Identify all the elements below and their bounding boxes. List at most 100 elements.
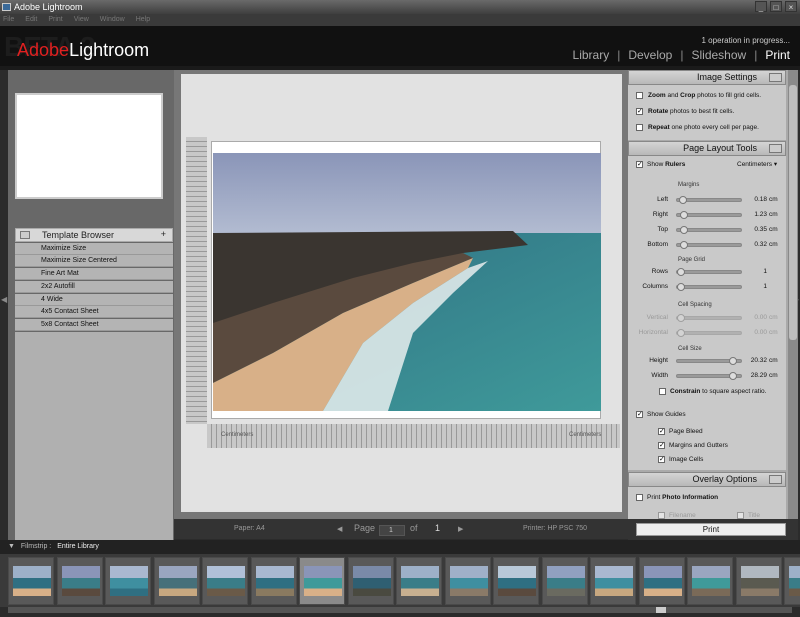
slider-value[interactable]: 0.00: [748, 329, 767, 336]
rotate-checkbox[interactable]: [636, 107, 643, 115]
template-browser-header[interactable]: Template Browser +: [15, 228, 173, 242]
add-template-button[interactable]: +: [161, 229, 166, 239]
module-print[interactable]: Print: [765, 48, 790, 62]
menu-help[interactable]: Help: [136, 14, 150, 26]
filmstrip-thumbnail[interactable]: [396, 557, 442, 605]
ruler-units-dropdown[interactable]: Centimeters ▾: [737, 160, 777, 168]
filmstrip-thumbnail[interactable]: [56, 557, 103, 605]
left-panel-toggle-icon[interactable]: ◀: [1, 295, 7, 304]
filmstrip-toggle-icon[interactable]: ▼: [8, 543, 15, 550]
slider-value[interactable]: 0.00: [748, 314, 767, 321]
layout-slider[interactable]: [676, 241, 742, 249]
slider-knob[interactable]: [679, 226, 688, 234]
slider-value[interactable]: 0.32: [748, 241, 767, 248]
slider-value[interactable]: 1: [748, 283, 767, 290]
filmstrip-thumbnail[interactable]: [202, 557, 248, 605]
module-develop[interactable]: Develop: [628, 48, 672, 62]
filmstrip-thumbnail[interactable]: [105, 557, 151, 605]
filmstrip-scrollbar[interactable]: [8, 607, 792, 613]
thumbnail-image: [61, 566, 100, 596]
repeat-checkbox[interactable]: [636, 124, 643, 131]
filmstrip-scroll-thumb[interactable]: [656, 607, 666, 613]
layout-slider[interactable]: [676, 372, 742, 380]
show-rulers-checkbox[interactable]: [636, 160, 643, 168]
print-photo-info-checkbox[interactable]: [636, 494, 643, 501]
template-item[interactable]: 5x8 Contact Sheet: [15, 319, 173, 331]
template-item[interactable]: 4 Wide: [15, 294, 173, 306]
photo-cell[interactable]: [213, 153, 601, 411]
slider-knob[interactable]: [677, 329, 685, 337]
menu-icon[interactable]: [769, 475, 782, 484]
filmstrip-thumbnail[interactable]: [153, 557, 200, 605]
template-item[interactable]: Maximize Size: [15, 243, 173, 255]
menu-window[interactable]: Window: [100, 14, 125, 26]
next-page-icon[interactable]: ▶: [458, 525, 463, 533]
left-panel-empty: [15, 332, 173, 540]
slider-value[interactable]: 28.29: [748, 372, 767, 379]
page-number-field[interactable]: 1: [379, 525, 405, 536]
slider-knob[interactable]: [677, 283, 685, 291]
slider-knob[interactable]: [677, 268, 685, 276]
module-slideshow[interactable]: Slideshow: [691, 48, 746, 62]
image-cells-checkbox[interactable]: [658, 455, 665, 463]
module-library[interactable]: Library: [573, 48, 610, 62]
slider-value[interactable]: 1.23: [748, 211, 767, 218]
slider-value[interactable]: 1: [748, 268, 767, 275]
filmstrip-thumbnail[interactable]: [493, 557, 539, 605]
layout-slider[interactable]: [676, 268, 742, 276]
page-bleed-checkbox[interactable]: [658, 427, 665, 435]
filmstrip-thumbnail[interactable]: [299, 557, 345, 605]
layout-slider[interactable]: [676, 283, 742, 291]
constrain-checkbox[interactable]: [659, 388, 666, 395]
print-button[interactable]: Print: [636, 523, 786, 536]
filmstrip-thumbnail[interactable]: [638, 557, 685, 605]
minimize-button[interactable]: _: [755, 1, 767, 12]
filmstrip-thumbnail[interactable]: [541, 557, 588, 605]
template-item[interactable]: Maximize Size Centered: [15, 255, 173, 267]
template-item[interactable]: 4x5 Contact Sheet: [15, 306, 173, 318]
slider-value[interactable]: 20.32: [748, 357, 767, 364]
menu-edit[interactable]: Edit: [25, 14, 37, 26]
filmstrip-thumbnail[interactable]: [784, 557, 800, 605]
page-layout-header[interactable]: Page Layout Tools: [628, 141, 786, 156]
show-guides-checkbox[interactable]: [636, 410, 643, 418]
menu-icon[interactable]: [769, 73, 782, 82]
template-item[interactable]: Fine Art Mat: [15, 268, 173, 280]
filmstrip-source[interactable]: Entire Library: [57, 543, 99, 550]
filmstrip-thumbnail[interactable]: [590, 557, 636, 605]
slider-unit: cm: [769, 211, 778, 218]
slider-knob[interactable]: [678, 196, 687, 204]
image-settings-header[interactable]: Image Settings: [628, 70, 786, 85]
menu-view[interactable]: View: [74, 14, 89, 26]
slider-knob[interactable]: [677, 314, 685, 322]
layout-slider[interactable]: [676, 226, 742, 234]
slider-knob[interactable]: [679, 241, 688, 249]
filmstrip-thumbnail[interactable]: [347, 557, 394, 605]
filmstrip-thumbnail[interactable]: [735, 557, 782, 605]
layout-slider[interactable]: [676, 329, 742, 337]
template-item[interactable]: 2x2 Autofill: [15, 281, 173, 293]
menu-file[interactable]: File: [3, 14, 14, 26]
layout-slider[interactable]: [676, 211, 742, 219]
filmstrip-thumbnail[interactable]: [687, 557, 733, 605]
margins-gutters-checkbox[interactable]: [658, 441, 665, 449]
menu-icon[interactable]: [769, 144, 782, 153]
filmstrip-thumbnail[interactable]: [8, 557, 54, 605]
slider-value[interactable]: 0.18: [748, 196, 767, 203]
slider-knob[interactable]: [679, 211, 688, 219]
close-button[interactable]: ×: [785, 1, 797, 12]
slider-value[interactable]: 0.35: [748, 226, 767, 233]
filmstrip-thumbnail[interactable]: [250, 557, 297, 605]
title-checkbox[interactable]: [737, 512, 744, 519]
filename-checkbox[interactable]: [658, 512, 665, 519]
filmstrip-thumbnail[interactable]: [444, 557, 491, 605]
overlay-options-header[interactable]: Overlay Options: [628, 472, 786, 487]
maximize-button[interactable]: □: [770, 1, 782, 12]
scrollbar-thumb[interactable]: [789, 85, 797, 340]
layout-slider[interactable]: [676, 357, 742, 365]
prev-page-icon[interactable]: ◀: [337, 525, 342, 533]
zoom-crop-checkbox[interactable]: [636, 92, 643, 99]
layout-slider[interactable]: [676, 314, 742, 322]
menu-print[interactable]: Print: [48, 14, 62, 26]
layout-slider[interactable]: [676, 196, 742, 204]
